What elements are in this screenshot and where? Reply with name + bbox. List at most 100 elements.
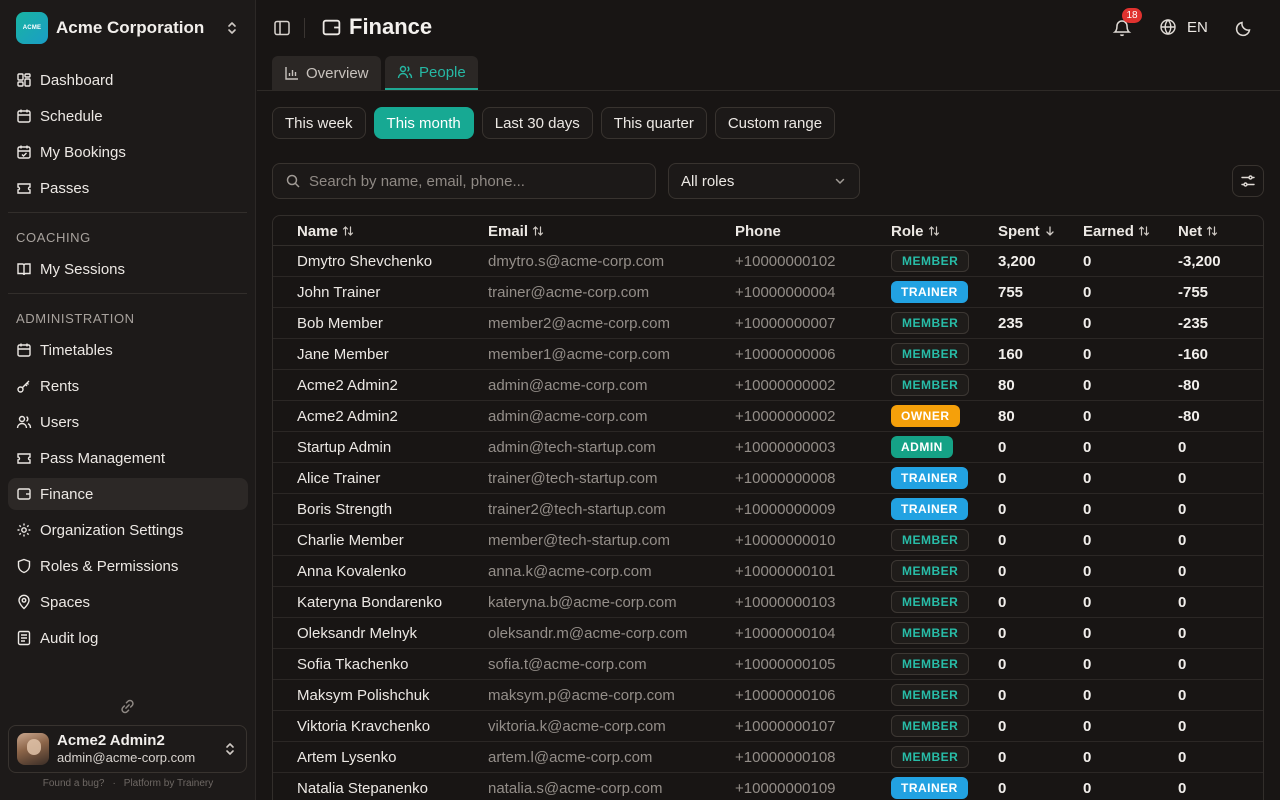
nav-item-my-bookings[interactable]: My Bookings [8, 136, 248, 168]
role-badge: TRAINER [891, 498, 968, 520]
table-row[interactable]: Bob Member member2@acme-corp.com +10000000… [273, 308, 1263, 339]
column-header-earned[interactable]: Earned [1083, 216, 1150, 246]
cell-net: 0 [1178, 562, 1187, 580]
cell-email: maksym.p@acme-corp.com [488, 686, 675, 704]
table-row[interactable]: Acme2 Admin2 admin@acme-corp.com +10000000… [273, 370, 1263, 401]
org-switcher[interactable]: ACME Acme Corporation [8, 8, 248, 48]
gear-icon [17, 523, 31, 537]
tab-people[interactable]: People [385, 56, 478, 90]
table-row[interactable]: Alice Trainer trainer@tech-startup.com +10… [273, 463, 1263, 494]
cell-earned: 0 [1083, 376, 1092, 394]
table-row[interactable]: Boris Strength trainer2@tech-startup.com +… [273, 494, 1263, 525]
platform-credit[interactable]: Platform by Trainery [124, 778, 213, 789]
sidebar-footer: Found a bug? · Platform by Trainery [0, 778, 256, 789]
table-row[interactable]: Startup Admin admin@tech-startup.com +1000… [273, 432, 1263, 463]
column-header-net[interactable]: Net [1178, 216, 1218, 246]
role-badge: MEMBER [891, 591, 970, 613]
nav-item-rents[interactable]: Rents [8, 370, 248, 402]
cell-phone: +10000000101 [735, 562, 836, 580]
cell-earned: 0 [1083, 469, 1092, 487]
table-row[interactable]: Natalia Stepanenko natalia.s@acme-corp.co… [273, 773, 1263, 800]
cell-earned: 0 [1083, 438, 1092, 456]
users-icon [397, 65, 413, 79]
column-header-name[interactable]: Name [297, 216, 354, 246]
table-row[interactable]: Kateryna Bondarenko kateryna.b@acme-corp.… [273, 587, 1263, 618]
cell-phone: +10000000002 [735, 407, 836, 425]
column-header-email[interactable]: Email [488, 216, 544, 246]
cell-role: MEMBER [891, 556, 970, 586]
cell-net: 0 [1178, 748, 1187, 766]
range-this-month[interactable]: This month [373, 107, 474, 139]
cell-net: -3,200 [1178, 252, 1221, 270]
avatar [17, 733, 49, 765]
cell-spent: 755 [998, 283, 1024, 301]
moon-icon[interactable] [1235, 19, 1253, 37]
nav-group-coaching: COACHING [16, 230, 91, 245]
nav-label: Timetables [40, 341, 113, 359]
nav-item-dashboard[interactable]: Dashboard [8, 64, 248, 96]
cell-role: MEMBER [891, 525, 970, 555]
footer-separator: · [112, 778, 116, 789]
language-switcher[interactable]: EN [1159, 18, 1208, 36]
nav-item-pass-management[interactable]: Pass Management [8, 442, 248, 474]
table-row[interactable]: Sofia Tkachenko sofia.t@acme-corp.com +100… [273, 649, 1263, 680]
cell-email: trainer@tech-startup.com [488, 469, 658, 487]
nav-item-roles-permissions[interactable]: Roles & Permissions [8, 550, 248, 582]
nav-item-passes[interactable]: Passes [8, 172, 248, 204]
tab-overview[interactable]: Overview [272, 56, 381, 90]
table-row[interactable]: Viktoria Kravchenko viktoria.k@acme-corp.… [273, 711, 1263, 742]
column-header-spent[interactable]: Spent [998, 216, 1056, 246]
table-row[interactable]: Charlie Member member@tech-startup.com +10… [273, 525, 1263, 556]
cell-name: Sofia Tkachenko [297, 655, 409, 673]
cell-role: MEMBER [891, 649, 970, 679]
nav-item-timetables[interactable]: Timetables [8, 334, 248, 366]
range-this-week[interactable]: This week [272, 107, 366, 139]
table-row[interactable]: Anna Kovalenko anna.k@acme-corp.com +10000… [273, 556, 1263, 587]
table-row[interactable]: Artem Lysenko artem.l@acme-corp.com +10000… [273, 742, 1263, 773]
role-filter-select[interactable]: All roles [668, 163, 860, 199]
table-row[interactable]: Acme2 Admin2 admin@acme-corp.com +10000000… [273, 401, 1263, 432]
nav-item-schedule[interactable]: Schedule [8, 100, 248, 132]
table-row[interactable]: Maksym Polishchuk maksym.p@acme-corp.com +… [273, 680, 1263, 711]
chevron-up-down-icon [228, 22, 236, 34]
column-settings-button[interactable] [1232, 165, 1264, 197]
cell-name: Acme2 Admin2 [297, 376, 398, 394]
nav-item-organization-settings[interactable]: Organization Settings [8, 514, 248, 546]
column-label: Spent [998, 222, 1040, 240]
book-icon [17, 263, 31, 276]
user-menu[interactable]: Acme2 Admin2 admin@acme-corp.com [8, 725, 247, 773]
cell-earned: 0 [1083, 500, 1092, 518]
range-this-quarter[interactable]: This quarter [600, 107, 707, 139]
cell-name: Dmytro Shevchenko [297, 252, 433, 270]
cell-net: -80 [1178, 376, 1200, 394]
range-last-30-days[interactable]: Last 30 days [481, 107, 593, 139]
cell-name: Oleksandr Melnyk [297, 624, 418, 642]
cell-email: kateryna.b@acme-corp.com [488, 593, 677, 611]
search-input[interactable] [309, 172, 643, 190]
nav-item-spaces[interactable]: Spaces [8, 586, 248, 618]
nav-item-users[interactable]: Users [8, 406, 248, 438]
nav-item-my-sessions[interactable]: My Sessions [8, 253, 248, 285]
topbar-divider [304, 18, 305, 38]
table-row[interactable]: John Trainer trainer@acme-corp.com +100000… [273, 277, 1263, 308]
cell-net: 0 [1178, 593, 1187, 611]
nav-item-audit-log[interactable]: Audit log [8, 622, 248, 654]
cell-earned: 0 [1083, 252, 1092, 270]
nav-label: Users [40, 413, 80, 431]
nav-item-finance[interactable]: Finance [8, 478, 248, 510]
ticket-icon [17, 183, 31, 194]
range-custom[interactable]: Custom range [714, 107, 836, 139]
table-row[interactable]: Dmytro Shevchenko dmytro.s@acme-corp.com +… [273, 246, 1263, 277]
table-row[interactable]: Jane Member member1@acme-corp.com +1000000… [273, 339, 1263, 370]
cell-spent: 80 [998, 376, 1015, 394]
cell-email: admin@tech-startup.com [488, 438, 656, 456]
cell-earned: 0 [1083, 717, 1092, 735]
table-row[interactable]: Oleksandr Melnyk oleksandr.m@acme-corp.co… [273, 618, 1263, 649]
nav-label: Schedule [40, 107, 103, 125]
sort-icon [342, 226, 353, 236]
page-title: Finance [349, 14, 433, 39]
report-bug-link[interactable]: Found a bug? [43, 778, 105, 789]
link-icon[interactable] [119, 698, 136, 715]
sidebar-toggle-icon[interactable] [273, 19, 291, 37]
column-header-role[interactable]: Role [891, 216, 940, 246]
